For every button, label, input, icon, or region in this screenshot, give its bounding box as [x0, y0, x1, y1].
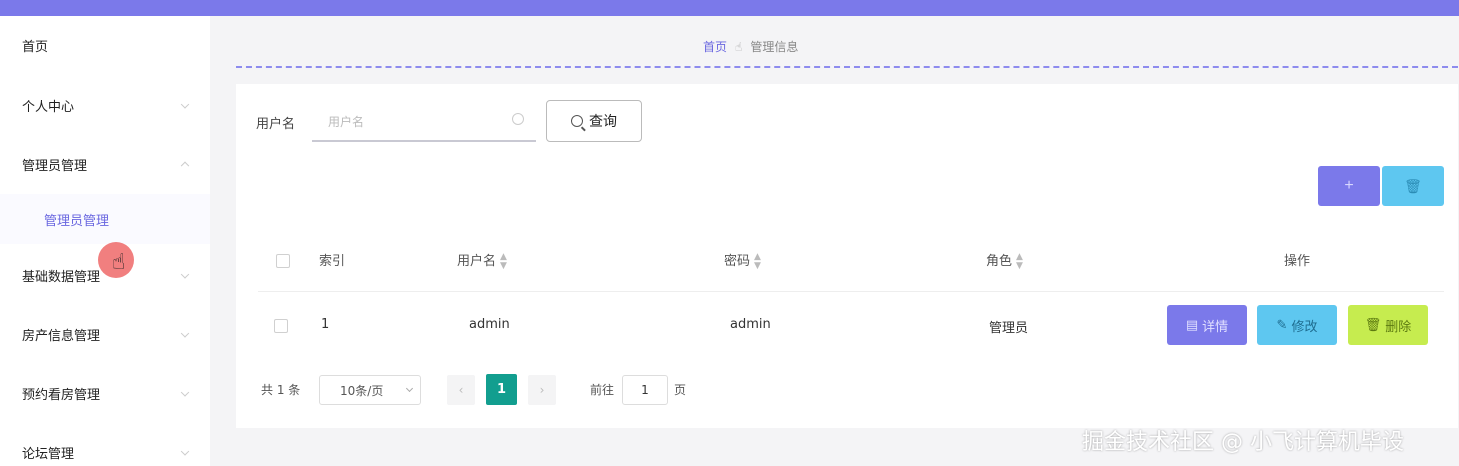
- column-header-actions: 操作: [1284, 254, 1311, 269]
- batch-delete-button[interactable]: 🗑: [1382, 166, 1444, 206]
- breadcrumb-current: 管理信息: [750, 40, 799, 54]
- sidebar-item-viewing-appointment[interactable]: 预约看房管理: [0, 364, 210, 422]
- table-header: [258, 230, 1444, 292]
- cell-username: admin: [469, 317, 510, 332]
- column-header-label: 密码: [724, 254, 751, 269]
- username-label: 用户名: [256, 117, 296, 132]
- row-checkbox[interactable]: [274, 319, 288, 333]
- page-suffix-label: 页: [674, 383, 687, 397]
- hand-cursor-icon: ☝: [112, 250, 126, 275]
- page-number-current[interactable]: 1: [486, 374, 517, 405]
- detail-button[interactable]: ▤ 详情: [1167, 305, 1247, 345]
- cell-password: admin: [730, 317, 771, 332]
- sort-icon[interactable]: ▲ ▼: [1016, 252, 1023, 271]
- sidebar-item-home[interactable]: 首页: [0, 16, 210, 74]
- sort-icon[interactable]: ▲ ▼: [754, 252, 761, 271]
- chevron-down-icon: [405, 384, 414, 393]
- sidebar-item-label: 管理员管理: [44, 213, 110, 229]
- trash-icon: 🗑: [1364, 317, 1382, 333]
- delete-button[interactable]: 🗑 删除: [1348, 305, 1428, 345]
- prev-page-button[interactable]: ‹: [447, 375, 475, 405]
- sidebar-subitem-admin-management[interactable]: 管理员管理: [0, 194, 210, 244]
- chevron-down-icon: [180, 447, 190, 456]
- chevron-up-icon: [180, 161, 190, 171]
- goto-label: 前往: [590, 383, 615, 397]
- page-size-value: 10条/页: [340, 383, 384, 398]
- sidebar: 首页 个人中心 管理员管理 管理员管理 基础数据管理 房产信息管理 预约看房管理…: [0, 16, 210, 466]
- column-header-username[interactable]: 用户名 ▲ ▼: [457, 250, 507, 271]
- column-header-index: 索引: [319, 254, 346, 269]
- column-header-password[interactable]: 密码 ▲ ▼: [724, 250, 761, 271]
- sidebar-item-label: 管理员管理: [22, 158, 88, 174]
- divider: [236, 66, 1458, 68]
- edit-button-label: 修改: [1291, 319, 1318, 335]
- search-button[interactable]: 查询: [546, 100, 642, 142]
- goto-page-input[interactable]: 1: [622, 375, 668, 405]
- cell-index: 1: [321, 317, 330, 332]
- username-search-input[interactable]: 用户名: [312, 102, 536, 142]
- cell-role: 管理员: [989, 321, 1029, 336]
- pagination-total: 共 1 条: [261, 383, 301, 397]
- breadcrumb: 首页 ☝ 管理信息: [703, 38, 798, 55]
- top-bar: [0, 0, 1459, 16]
- sidebar-item-forum[interactable]: 论坛管理: [0, 423, 210, 466]
- column-header-label: 角色: [986, 254, 1013, 269]
- sidebar-item-label: 房产信息管理: [22, 328, 101, 344]
- add-button[interactable]: +: [1318, 166, 1380, 206]
- edit-button[interactable]: ✎ 修改: [1257, 305, 1337, 345]
- page-size-select[interactable]: 10条/页: [319, 375, 421, 405]
- sidebar-item-label: 基础数据管理: [22, 269, 101, 285]
- chevron-down-icon: [180, 329, 190, 338]
- watermark: 掘金技术社区 @ 小飞计算机毕设: [1082, 430, 1404, 455]
- sort-icon[interactable]: ▲ ▼: [500, 252, 507, 271]
- sidebar-item-personal-center[interactable]: 个人中心: [0, 76, 210, 134]
- next-page-button[interactable]: ›: [528, 375, 556, 405]
- search-button-label: 查询: [589, 114, 617, 130]
- search-icon: [571, 115, 583, 127]
- pencil-icon: ✎: [1276, 317, 1288, 333]
- sidebar-item-property-info[interactable]: 房产信息管理: [0, 305, 210, 363]
- delete-button-label: 删除: [1385, 319, 1412, 335]
- sidebar-item-label: 首页: [22, 39, 49, 55]
- detail-button-label: 详情: [1202, 319, 1229, 335]
- hand-icon: ☝: [735, 39, 743, 54]
- chevron-down-icon: [180, 388, 190, 397]
- chevron-down-icon: [180, 100, 190, 109]
- sidebar-item-label: 论坛管理: [22, 446, 75, 462]
- select-all-checkbox[interactable]: [276, 254, 290, 268]
- chevron-down-icon: [180, 270, 190, 279]
- sidebar-item-admin-management[interactable]: 管理员管理: [0, 135, 210, 193]
- search-icon: [512, 113, 524, 125]
- column-header-role[interactable]: 角色 ▲ ▼: [986, 250, 1023, 271]
- sidebar-item-label: 个人中心: [22, 99, 75, 115]
- sidebar-item-label: 预约看房管理: [22, 387, 101, 403]
- column-header-label: 用户名: [457, 254, 497, 269]
- document-icon: ▤: [1185, 317, 1199, 333]
- breadcrumb-home[interactable]: 首页: [703, 38, 727, 55]
